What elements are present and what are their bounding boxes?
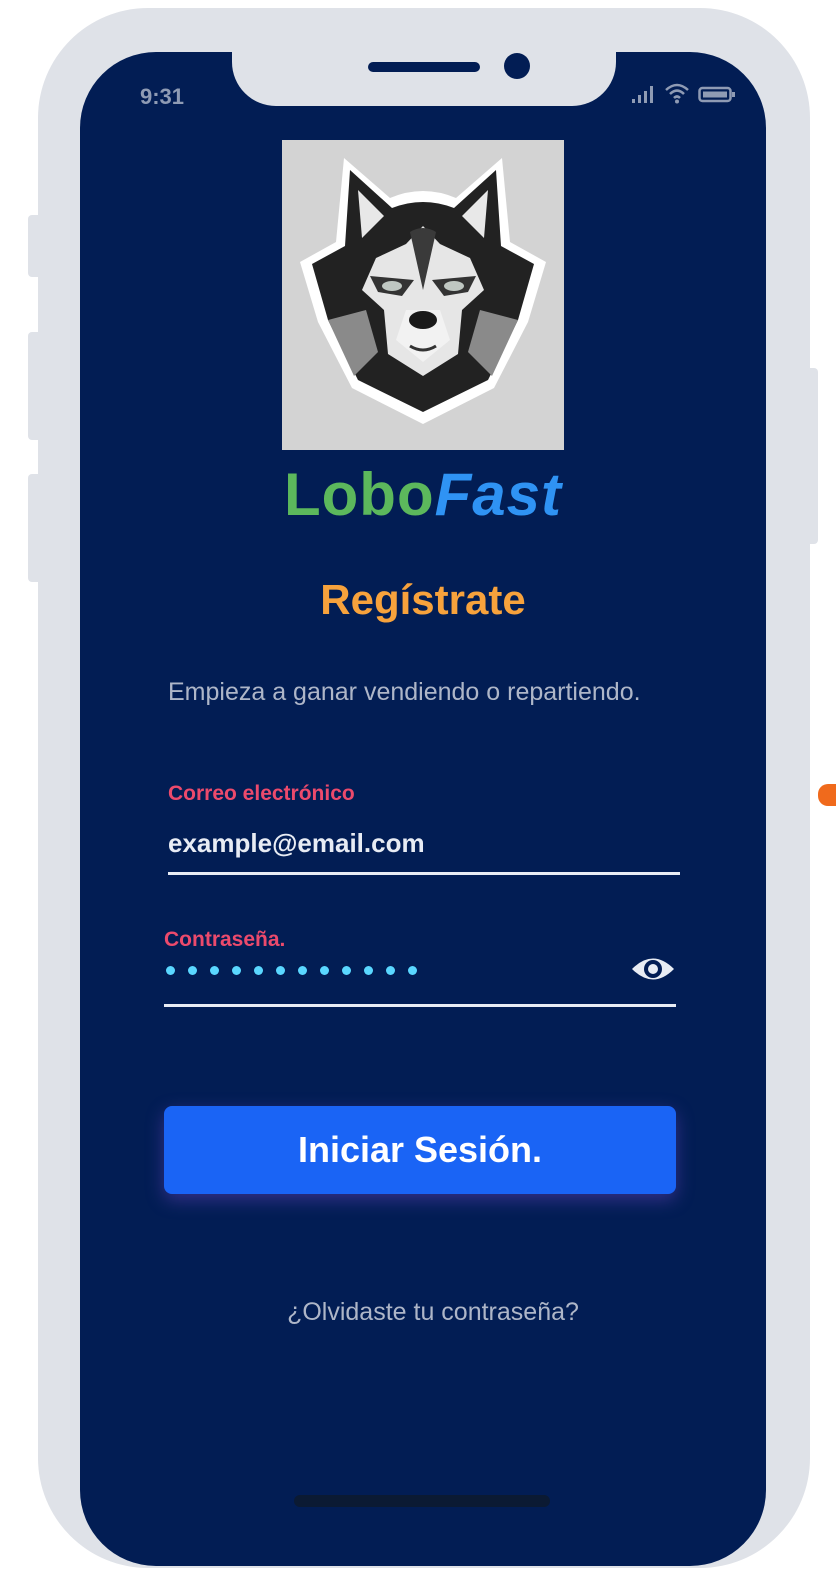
page-subtitle: Empieza a ganar vendiendo o repartiendo.: [168, 678, 641, 706]
password-dot: [364, 966, 373, 975]
forgot-password-link[interactable]: ¿Olvidaste tu contraseña?: [80, 1298, 766, 1327]
password-dot: [386, 966, 395, 975]
password-underline: [164, 1004, 676, 1007]
password-dot: [342, 966, 351, 975]
battery-icon: [698, 86, 735, 103]
password-dot: [188, 966, 197, 975]
password-dot: [298, 966, 307, 975]
brand-part-fast: Fast: [434, 461, 562, 528]
phone-side-button: [804, 368, 818, 544]
phone-side-button: [28, 332, 42, 440]
email-field[interactable]: example@email.com: [168, 828, 425, 859]
password-dot: [210, 966, 219, 975]
camera: [504, 53, 530, 79]
brand-part-lobo: Lobo: [284, 461, 435, 528]
speaker: [368, 62, 480, 72]
password-dot: [254, 966, 263, 975]
phone-screen: 9:31 LoboFast Regístrate Empieza a ganar…: [80, 52, 766, 1566]
wifi-icon: [665, 83, 689, 104]
status-icons: [630, 82, 736, 104]
password-dot: [320, 966, 329, 975]
brand-name: LoboFast: [80, 460, 766, 529]
password-field[interactable]: [166, 966, 417, 975]
page-title: Regístrate: [320, 576, 526, 623]
notch: [232, 52, 616, 106]
phone-side-button: [28, 215, 42, 277]
password-dot: [276, 966, 285, 975]
wolf-head-logo: [300, 158, 546, 424]
signal-icon: [632, 86, 653, 103]
password-dot: [408, 966, 417, 975]
phone-side-button: [28, 474, 42, 582]
password-dot: [166, 966, 175, 975]
login-button[interactable]: Iniciar Sesión.: [164, 1106, 676, 1194]
status-time: 9:31: [140, 84, 185, 109]
logo: [282, 140, 564, 450]
email-label: Correo electrónico: [168, 782, 355, 805]
orange-marker: [818, 784, 836, 806]
email-underline: [168, 872, 680, 875]
home-indicator: [294, 1495, 550, 1507]
eye-icon[interactable]: [630, 952, 676, 986]
password-dot: [232, 966, 241, 975]
password-label: Contraseña.: [164, 928, 286, 951]
